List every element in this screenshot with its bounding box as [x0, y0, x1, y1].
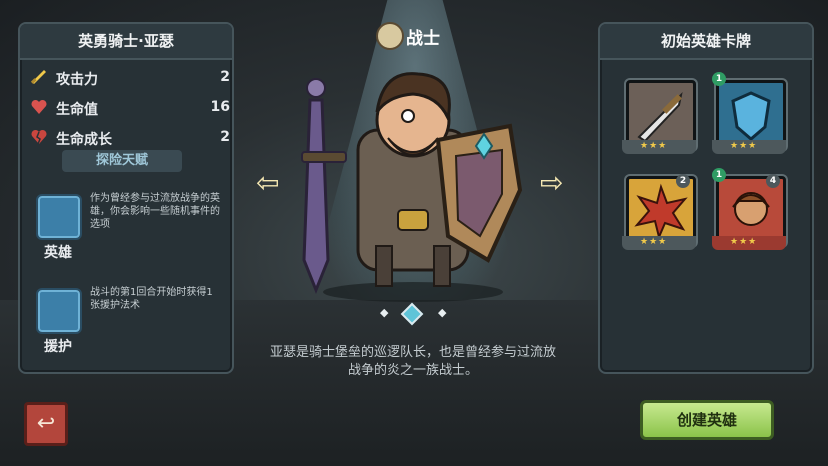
page-dot[interactable]: ◆: [380, 306, 388, 319]
talent-name: 英雄: [44, 245, 72, 261]
page-dot[interactable]: ◆: [438, 306, 446, 319]
stat-label: 攻击力: [56, 72, 98, 88]
heart-icon: [31, 99, 47, 114]
hero-description: 亚瑟是骑士堡垒的巡逻队长，也是曾经参与过流放战争的炎之一族战士。: [269, 345, 556, 378]
card-badge: 2: [676, 174, 690, 188]
stat-attack: 攻击力 2: [30, 66, 230, 90]
back-icon: ↩: [36, 411, 56, 436]
hero-info-panel: 英勇骑士·亚瑟 攻击力 2 生命值 16 生命成长 2 探险天赋 英雄 作为曾经…: [18, 22, 234, 374]
sword-glyph: [637, 91, 683, 143]
broken-heart-icon: [31, 129, 47, 145]
card-stars: ★★★: [640, 237, 668, 247]
talent-name: 援护: [44, 339, 72, 355]
card-stars: ★★★: [730, 237, 758, 247]
card-stars: ★★★: [730, 141, 758, 151]
prev-hero-arrow[interactable]: ⇦: [256, 166, 279, 199]
next-hero-arrow[interactable]: ⇨: [540, 166, 563, 199]
card-badge: 4: [766, 174, 780, 188]
shield-glyph: [731, 91, 771, 141]
card-cost: 1: [712, 72, 726, 86]
hero-talent-icon[interactable]: [36, 194, 82, 240]
cards-panel-title: 初始英雄卡牌: [600, 24, 812, 60]
hero-portrait: [301, 72, 523, 302]
class-title: 战士: [372, 20, 462, 50]
support-talent-icon[interactable]: [36, 288, 82, 334]
stat-value: 2: [220, 69, 230, 85]
stat-label: 生命值: [56, 102, 98, 118]
stat-value: 16: [210, 99, 230, 115]
stat-label: 生命成长: [56, 132, 112, 148]
hero-name: 英勇骑士·亚瑟: [20, 24, 232, 60]
warrior-class-icon: [376, 22, 404, 50]
card-cost: 1: [712, 168, 726, 182]
class-label: 战士: [406, 29, 440, 49]
back-button[interactable]: ↩: [24, 402, 68, 446]
burst-glyph: [634, 183, 688, 241]
create-hero-button[interactable]: 创建英雄: [640, 400, 774, 440]
talents-header: 探险天赋: [62, 150, 182, 172]
card-stars: ★★★: [640, 141, 668, 151]
stat-value: 2: [220, 129, 230, 145]
ally-glyph: [732, 192, 770, 226]
stat-health-growth: 生命成长 2: [30, 126, 230, 150]
talent-desc: 作为曾经参与过流放战争的英雄，你会影响一些随机事件的选项: [90, 193, 220, 230]
talent-desc: 战斗的第1回合开始时获得1张援护法术: [90, 287, 213, 311]
stat-health: 生命值 16: [30, 96, 230, 120]
sword-icon: [30, 70, 46, 84]
